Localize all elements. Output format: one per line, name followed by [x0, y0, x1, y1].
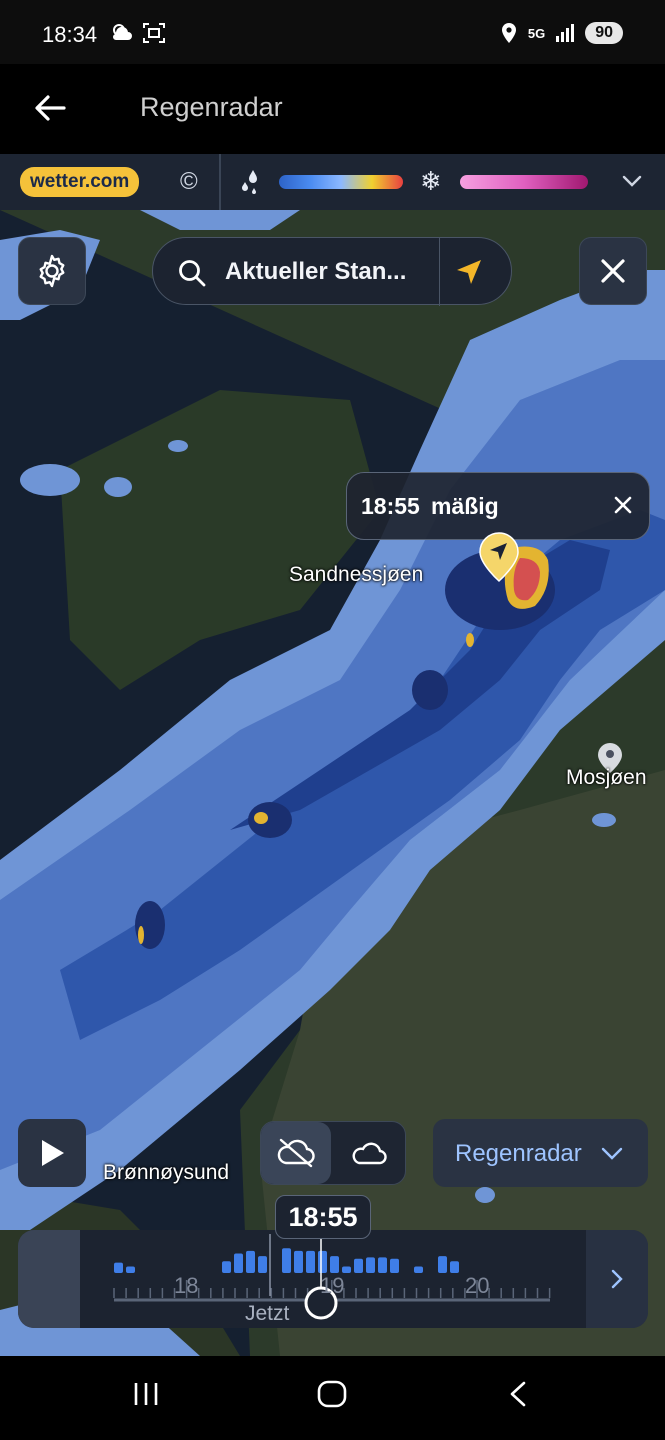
precip-bar — [246, 1250, 255, 1273]
search-divider — [439, 238, 440, 306]
cloud-off-icon — [277, 1138, 315, 1168]
current-time-bubble: 18:55 — [275, 1195, 371, 1239]
layer-select-value: Regenradar — [455, 1140, 582, 1167]
precip-bar — [378, 1257, 387, 1273]
forecast-tooltip[interactable]: 18:55 mäßig — [346, 472, 650, 540]
precip-bar — [438, 1256, 447, 1273]
back-nav-icon[interactable] — [506, 1380, 530, 1408]
precip-bar — [114, 1262, 123, 1273]
arrow-left-icon — [35, 95, 66, 121]
precip-bar — [318, 1250, 327, 1273]
chevron-right-icon — [611, 1269, 623, 1289]
precip-bar — [294, 1250, 303, 1273]
map-label-bronnoysund: Brønnøysund — [103, 1161, 230, 1184]
rain-drops-icon — [242, 170, 257, 194]
rain-intensity-scale — [279, 175, 403, 189]
precip-bar — [390, 1258, 399, 1273]
precip-bar — [414, 1266, 423, 1273]
timeline-prev-area[interactable] — [18, 1230, 80, 1328]
legend-bar[interactable]: wetter.com © ❄ — [0, 154, 665, 210]
legend-divider — [219, 154, 221, 210]
close-icon — [601, 259, 625, 283]
location-search-bar[interactable]: Aktueller Stan... — [152, 237, 512, 306]
now-label: Jetzt — [245, 1302, 290, 1325]
chevron-down-icon[interactable] — [619, 168, 645, 194]
navigation-arrow-icon[interactable] — [453, 256, 485, 288]
weather-cloud-icon — [113, 24, 132, 40]
search-input[interactable]: Aktueller Stan... — [225, 258, 406, 286]
search-icon — [179, 260, 206, 287]
home-icon[interactable] — [316, 1380, 348, 1408]
cloud-layer-toggle[interactable] — [260, 1121, 406, 1185]
cloud-on-button[interactable] — [333, 1122, 405, 1184]
play-button[interactable] — [18, 1119, 86, 1187]
map-label-sandnessjoen: Sandnessjøen — [289, 563, 424, 586]
cloud-off-button[interactable] — [261, 1122, 331, 1184]
snow-icon: ❄ — [420, 166, 442, 196]
tooltip-intensity: mäßig — [431, 493, 499, 519]
precip-bar — [450, 1261, 459, 1273]
network-type: 5G — [527, 25, 546, 41]
signal-icon — [556, 24, 575, 42]
precip-bar — [234, 1253, 243, 1273]
precip-bar — [222, 1261, 231, 1273]
status-bar: 18:34 5G 90 — [0, 0, 665, 64]
snow-intensity-scale — [460, 175, 588, 189]
status-right: 5G 90 — [500, 22, 623, 44]
recent-apps-icon[interactable] — [132, 1380, 160, 1408]
system-nav-bar — [0, 1356, 665, 1440]
location-icon — [501, 23, 516, 43]
precip-bar — [330, 1256, 339, 1273]
tooltip-time: 18:55 — [361, 493, 420, 519]
status-left-icons — [110, 22, 166, 44]
timeline-next-button[interactable] — [586, 1230, 648, 1328]
map-label-mosjoen: Mosjøen — [566, 766, 647, 789]
layer-select-dropdown[interactable]: Regenradar — [433, 1119, 648, 1187]
timeline-tick-label: 20 — [465, 1273, 490, 1298]
chevron-down-icon — [601, 1147, 623, 1160]
cloud-icon — [352, 1142, 387, 1165]
close-button[interactable] — [579, 237, 647, 305]
status-time: 18:34 — [42, 22, 98, 47]
precip-bar — [354, 1258, 363, 1273]
back-button[interactable] — [28, 86, 72, 130]
copyright-icon[interactable]: © — [180, 168, 198, 196]
timeline-tick-label: 18 — [174, 1273, 199, 1298]
page-title: Regenradar — [140, 92, 283, 122]
timeline-tick-label: 19 — [320, 1273, 345, 1298]
precip-bar — [306, 1250, 315, 1273]
gear-icon — [39, 254, 65, 288]
screenshot-icon — [143, 23, 165, 43]
precip-bar — [282, 1248, 291, 1273]
precip-bar — [366, 1257, 375, 1273]
battery-indicator: 90 — [585, 22, 623, 44]
settings-button[interactable] — [18, 237, 86, 305]
user-location-pin-icon[interactable] — [477, 531, 521, 583]
play-icon — [42, 1140, 64, 1166]
precip-bar — [258, 1256, 267, 1273]
app-bar: Regenradar — [0, 64, 665, 154]
close-icon[interactable] — [613, 495, 633, 515]
brand-logo: wetter.com — [20, 167, 140, 197]
precip-bar — [126, 1266, 135, 1273]
